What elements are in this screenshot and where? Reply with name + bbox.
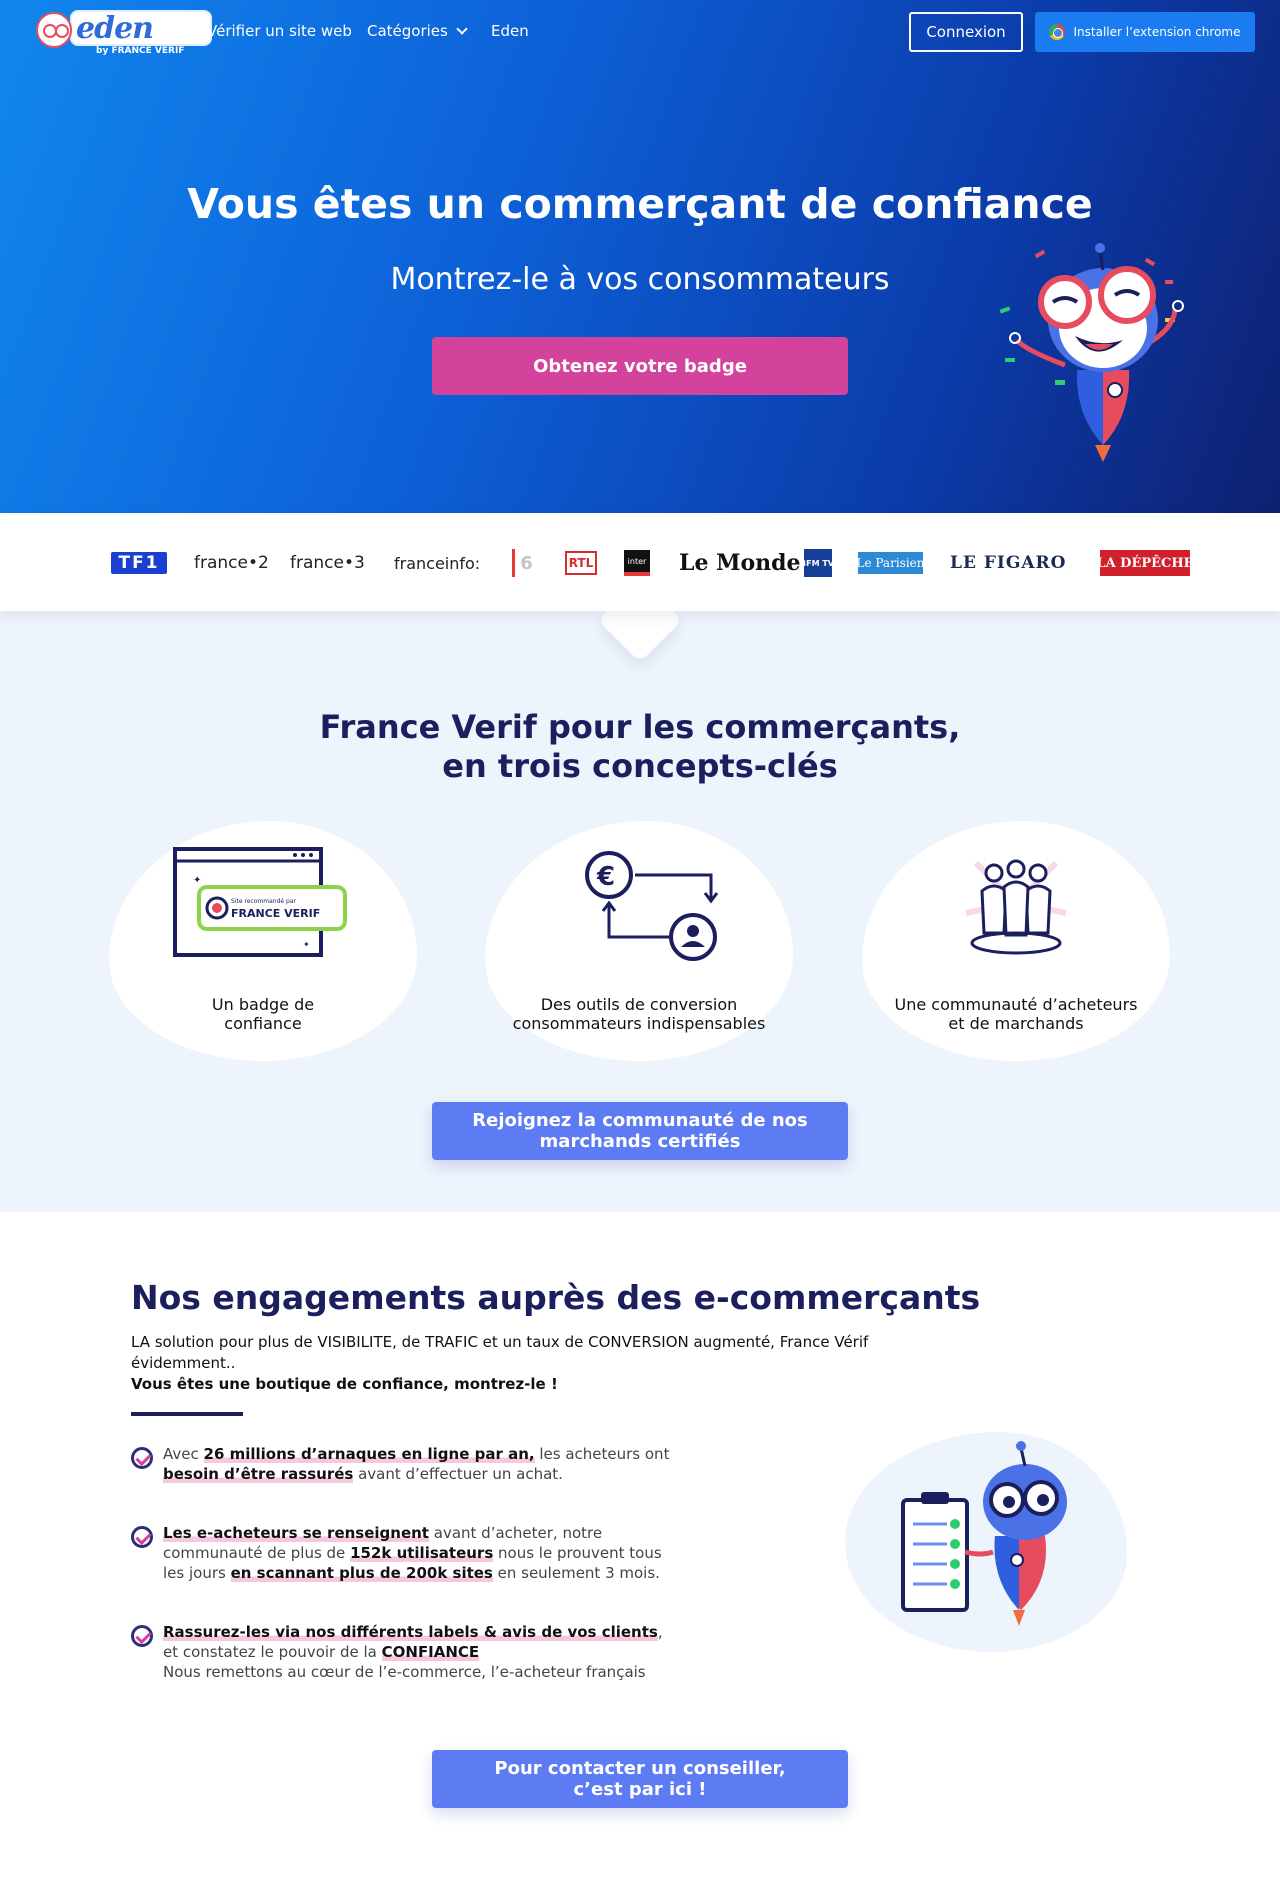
engagement-text: Rassurez-les via nos différents labels &…	[163, 1622, 671, 1682]
press-logo-bfmtv: BFM TV.	[800, 549, 836, 577]
highlight-text: besoin d’être rassurés	[163, 1465, 354, 1483]
concept-card-label: Un badge de confiance	[129, 995, 397, 1033]
user-icon	[687, 925, 699, 937]
nav-categories-label: Catégories	[367, 22, 448, 40]
nav-eden[interactable]: Eden	[491, 22, 529, 40]
euro-icon: €	[596, 862, 615, 892]
press-logo-france2: france•2	[194, 553, 269, 573]
text-run: les acheteurs ont	[534, 1445, 670, 1463]
install-chrome-label: Installer l’extension chrome	[1073, 25, 1241, 39]
press-logos-bar: TF1 france•2 france•3 franceinfo: 6 RTL …	[0, 513, 1280, 611]
concept-card-label: Des outils de conversion consommateurs i…	[505, 995, 773, 1033]
engagements-intro-strong: Vous êtes une boutique de confiance, mon…	[131, 1375, 558, 1393]
card3-line1: Une communauté d’acheteurs	[894, 995, 1138, 1014]
card3-line2: et de marchands	[948, 1014, 1084, 1033]
check-circle-icon	[131, 1625, 153, 1647]
concept-card-badge: Site recommandé par FRANCE VERIF ✦ ✦ Un …	[109, 821, 417, 1061]
card2-line1: Des outils de conversion	[540, 995, 738, 1014]
hero-title: Vous êtes un commerçant de confiance	[187, 180, 1093, 228]
contact-cta-line2: c’est par ici !	[573, 1779, 707, 1800]
trust-badge-icon: Site recommandé par FRANCE VERIF ✦ ✦	[173, 847, 347, 957]
engagement-text: Avec 26 millions d’arnaques en ligne par…	[163, 1444, 671, 1484]
join-cta-line2: marchands certifiés	[539, 1131, 741, 1152]
eden-logo[interactable]: eden by FRANCE VERIF	[36, 10, 212, 58]
engagements-intro: LA solution pour plus de VISIBILITE, de …	[131, 1333, 869, 1372]
join-cta-line1: Rejoignez la communauté de nos	[472, 1110, 808, 1131]
top-navigation: eden by FRANCE VERIF Vérifier un site we…	[0, 0, 1280, 64]
concepts-title-line1: France Verif pour les commerçants,	[319, 708, 961, 746]
press-logo-france3: france•3	[290, 553, 365, 573]
nav-categories[interactable]: Catégories	[367, 22, 468, 40]
highlight-text: 152k utilisateurs	[350, 1544, 494, 1562]
badge-brand-text: FRANCE VERIF	[231, 907, 320, 920]
card1-line2: confiance	[224, 1014, 302, 1033]
chevron-down-icon	[456, 23, 468, 35]
press-logo-tf1: TF1	[111, 552, 167, 574]
logo-wordmark: eden	[76, 11, 154, 46]
press-logo-rtl: RTL	[565, 551, 597, 575]
highlight-text: 26 millions d’arnaques en ligne par an,	[203, 1445, 535, 1463]
section-divider	[131, 1412, 243, 1416]
text-run: en seulement 3 mois.	[492, 1564, 660, 1582]
get-badge-button[interactable]: Obtenez votre badge	[432, 337, 848, 395]
card1-line1: Un badge de	[211, 995, 315, 1014]
highlight-text: Les e-acheteurs se renseignent	[163, 1524, 429, 1542]
chrome-icon	[1049, 24, 1066, 40]
highlight-text: Rassurez-les via nos différents labels &…	[163, 1623, 658, 1641]
press-logo-m6: 6	[512, 549, 538, 577]
highlight-text: CONFIANCE	[381, 1643, 480, 1661]
concept-card-label: Une communauté d’acheteurs et de marchan…	[882, 995, 1150, 1033]
text-run: Nous remettons au cœur de l’e-commerce, …	[163, 1663, 646, 1681]
press-logo-france-inter: inter	[624, 550, 650, 576]
concepts-section: France Verif pour les commerçants, en tr…	[0, 611, 1280, 1212]
check-circle-icon	[131, 1447, 153, 1469]
contact-cta-line1: Pour contacter un conseiller,	[494, 1758, 786, 1779]
card2-line2: consommateurs indispensables	[512, 1014, 766, 1033]
concepts-title: France Verif pour les commerçants, en tr…	[0, 708, 1280, 786]
svg-text:✦: ✦	[303, 940, 310, 949]
svg-text:✦: ✦	[193, 875, 201, 886]
nav-verify-site[interactable]: Vérifier un site web	[207, 22, 352, 40]
conversion-tools-icon: €	[585, 851, 719, 961]
install-chrome-extension-button[interactable]: Installer l’extension chrome	[1035, 12, 1255, 52]
press-logo-le-monde: Le Monde	[679, 550, 801, 576]
check-circle-icon	[131, 1526, 153, 1548]
text-run: avant d’effectuer un achat.	[353, 1465, 563, 1483]
badge-small-text: Site recommandé par	[231, 898, 296, 905]
concepts-title-line2: en trois concepts-clés	[442, 747, 838, 785]
press-logo-la-depeche: LA DÉPÊCHE	[1096, 550, 1194, 576]
press-logo-franceinfo: franceinfo:	[394, 553, 481, 573]
join-community-button[interactable]: Rejoignez la communauté de nos marchands…	[432, 1102, 848, 1160]
concept-card-community: Une communauté d’acheteurs et de marchan…	[862, 821, 1170, 1061]
engagement-text: Les e-acheteurs se renseignent avant d’a…	[163, 1523, 671, 1583]
press-logo-le-figaro: LE FIGARO	[950, 553, 1067, 573]
press-logo-le-parisien: Le Parisien	[857, 552, 925, 574]
engagements-title: Nos engagements auprès des e-commerçants	[131, 1278, 981, 1317]
robot-mascot-icon	[999, 243, 1184, 462]
community-icon	[965, 859, 1067, 955]
text-run: Avec	[163, 1445, 204, 1463]
highlight-text: en scannant plus de 200k sites	[230, 1564, 493, 1582]
logo-byline: by FRANCE VERIF	[96, 46, 185, 56]
login-button[interactable]: Connexion	[909, 12, 1023, 52]
hero-section: eden by FRANCE VERIF Vérifier un site we…	[0, 0, 1280, 513]
concept-card-conversion: € Des outils de conversion consommateurs…	[485, 821, 793, 1061]
checklist-icon	[901, 1441, 1067, 1626]
logo-mascot-icon	[36, 12, 72, 48]
contact-advisor-button[interactable]: Pour contacter un conseiller, c’est par …	[432, 1750, 848, 1808]
